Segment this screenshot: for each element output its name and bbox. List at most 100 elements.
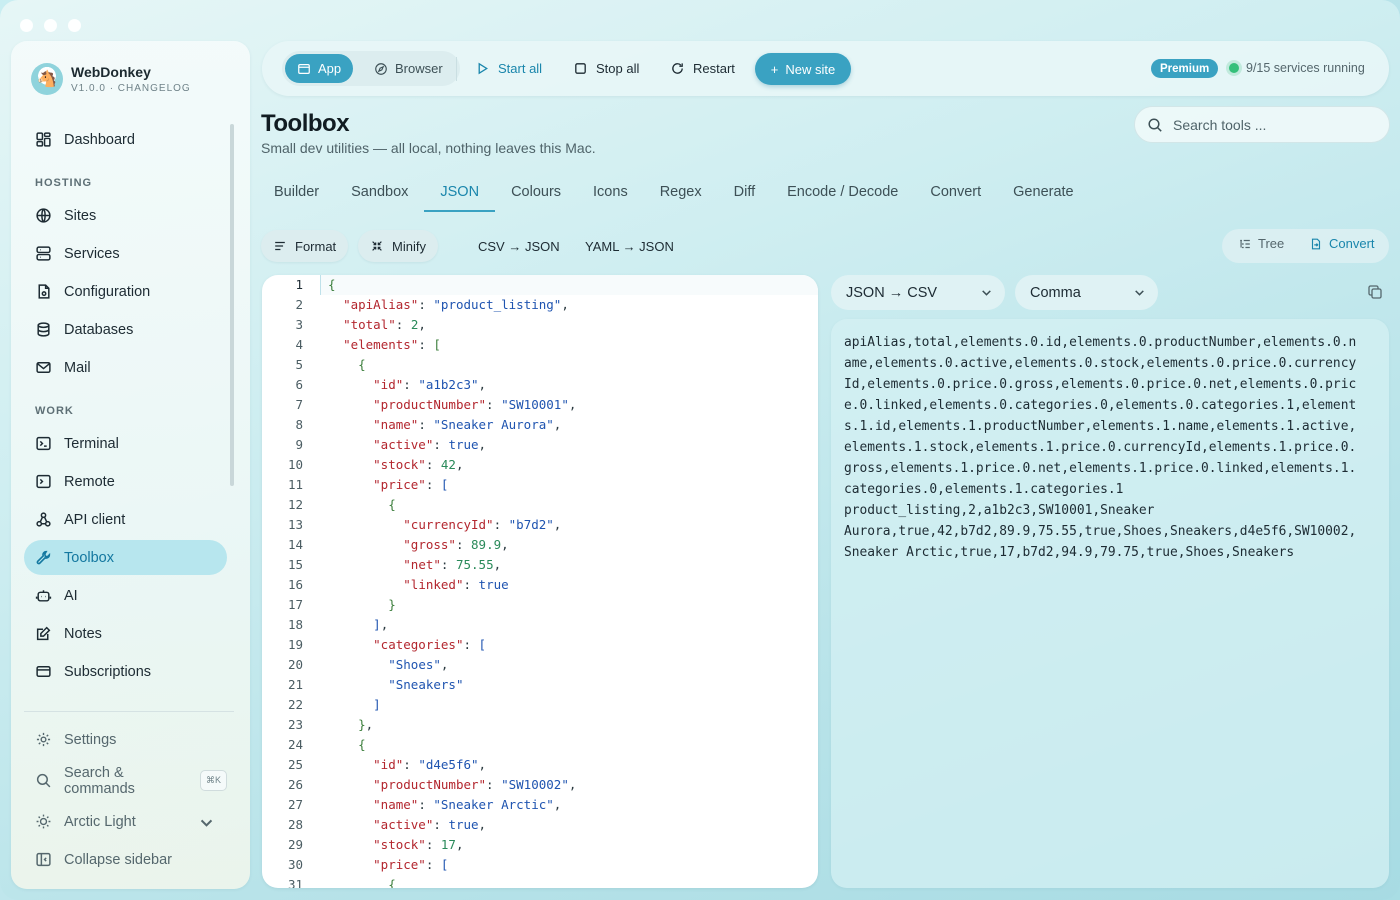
theme-switcher[interactable]: Arctic Light (24, 804, 227, 839)
tab-colours[interactable]: Colours (495, 176, 577, 212)
sidebar-item-terminal[interactable]: Terminal (24, 426, 227, 461)
app-name: WebDonkey (71, 64, 151, 80)
mode-browser-button[interactable]: Browser (362, 54, 455, 83)
csv-output-line: gross,elements.1.price.0.net,elements.1.… (844, 461, 1357, 476)
tree-view-button[interactable]: Tree (1238, 236, 1284, 251)
tab-sandbox[interactable]: Sandbox (335, 176, 424, 212)
code-line: "categories": [ (373, 637, 487, 652)
database-icon (37, 322, 50, 337)
tab-json[interactable]: JSON (424, 176, 495, 212)
toolbar-separator (456, 57, 457, 81)
tab-builder[interactable]: Builder (260, 176, 335, 212)
sidebar-item-ai[interactable]: AI (24, 578, 227, 613)
yaml-to-json-button[interactable]: YAML → JSON (573, 230, 686, 262)
copy-icon[interactable] (1367, 284, 1383, 300)
line-number: 26 (287, 777, 303, 792)
csv-output[interactable]: apiAlias,total,elements.0.id,elements.0.… (844, 332, 1379, 563)
sidebar-item-toolbox[interactable]: Toolbox (24, 540, 227, 575)
yaml-to-json-label: YAML → JSON (585, 238, 674, 254)
csv-output-line: Id,elements.0.price.0.gross,elements.0.p… (844, 377, 1357, 392)
sidebar-item-label: Terminal (64, 435, 119, 452)
maximize-window-button[interactable] (68, 19, 81, 32)
tab-icons[interactable]: Icons (577, 176, 644, 212)
csv-to-json-button[interactable]: CSV → JSON (466, 230, 572, 262)
sidebar-item-mail[interactable]: Mail (24, 350, 227, 385)
window-controls (20, 19, 81, 32)
mode-app-button[interactable]: App (285, 54, 354, 83)
premium-badge[interactable]: Premium (1151, 59, 1219, 78)
search-icon (1148, 117, 1162, 132)
sidebar-item-label: AI (64, 587, 78, 604)
app-logo: 🐴 (31, 63, 63, 95)
close-window-button[interactable] (20, 19, 33, 32)
tab-generate[interactable]: Generate (997, 176, 1089, 212)
stop-all-button[interactable]: Stop all (573, 54, 639, 83)
config-file-icon (38, 284, 50, 299)
sidebar-item-sites[interactable]: Sites (24, 198, 227, 233)
tab-diff[interactable]: Diff (718, 176, 772, 212)
line-number: 14 (287, 537, 303, 552)
collapse-sidebar-button[interactable]: Collapse sidebar (24, 842, 227, 877)
delimiter-value: Comma (1030, 284, 1081, 301)
remote-icon (36, 474, 51, 489)
output-format-select[interactable]: JSON → CSV (831, 275, 1005, 310)
chevron-down-icon (982, 290, 991, 296)
sidebar-item-services[interactable]: Services (24, 236, 227, 271)
page-subtitle: Small dev utilities — all local, nothing… (261, 140, 596, 156)
code-line: "stock": 17, (373, 837, 464, 852)
refresh-icon (672, 63, 683, 74)
code-line: "active": true, (373, 817, 487, 832)
sidebar-scrollbar[interactable] (230, 124, 234, 486)
restart-button[interactable]: Restart (670, 54, 735, 83)
csv-output-line: ame,elements.0.active,elements.0.stock,e… (844, 356, 1357, 371)
code-line: "productNumber": "SW10001", (373, 397, 577, 412)
sidebar-item-remote[interactable]: Remote (24, 464, 227, 499)
api-icon (36, 512, 51, 527)
search-icon (36, 773, 51, 788)
minify-icon (372, 241, 382, 251)
top-toolbar: App Browser Start all Stop all Restart +… (262, 41, 1389, 96)
grid-icon (36, 132, 51, 147)
search-tools-input[interactable]: Search tools ... (1134, 106, 1390, 143)
sidebar-item-dashboard[interactable]: Dashboard (24, 122, 227, 157)
delimiter-select[interactable]: Comma (1015, 275, 1158, 310)
sidebar-item-label: Toolbox (64, 549, 114, 566)
sidebar-item-configuration[interactable]: Configuration (24, 274, 227, 309)
services-status[interactable]: 9/15 services running (1246, 61, 1365, 75)
sidebar-divider (24, 711, 234, 712)
new-site-label: New site (785, 61, 836, 77)
line-number: 20 (287, 657, 303, 672)
minify-button[interactable]: Minify (358, 230, 438, 262)
output-format-value: JSON → CSV (846, 284, 938, 301)
sidebar-item-label: Services (64, 245, 120, 262)
sidebar-search-commands[interactable]: Search & commands ⌘K (24, 763, 227, 798)
tab-regex[interactable]: Regex (644, 176, 718, 212)
sidebar-item-api-client[interactable]: API client (24, 502, 227, 537)
convert-view-button[interactable]: Convert (1309, 236, 1375, 251)
output-panel[interactable]: apiAlias,total,elements.0.id,elements.0.… (831, 319, 1389, 888)
tab-encode-decode[interactable]: Encode / Decode (771, 176, 914, 212)
sidebar-item-notes[interactable]: Notes (24, 616, 227, 651)
theme-label: Arctic Light (64, 813, 136, 830)
sidebar-item-label: Notes (64, 625, 102, 642)
sidebar-item-subscriptions[interactable]: Subscriptions (24, 654, 227, 689)
line-number: 24 (287, 737, 303, 752)
line-number: 8 (295, 417, 303, 432)
sidebar-item-label: Sites (64, 207, 97, 224)
sidebar-settings[interactable]: Settings (24, 722, 227, 757)
start-all-button[interactable]: Start all (475, 54, 542, 83)
shortcut-badge: ⌘K (199, 770, 227, 791)
code-line: { (388, 877, 396, 888)
tab-convert[interactable]: Convert (914, 176, 997, 212)
minimize-window-button[interactable] (44, 19, 57, 32)
json-editor[interactable]: 1 2 3 4 5 6 7 8 9 10 11 12 13 14 15 16 17 18 19 20 21 22 23 24 2… (262, 275, 818, 888)
new-site-button[interactable]: + New site (755, 53, 851, 85)
line-number: 18 (287, 617, 303, 632)
chevron-down-icon (1135, 290, 1144, 296)
line-number: 23 (287, 717, 303, 732)
app-version-link[interactable]: V1.0.0 · CHANGELOG (71, 83, 191, 94)
code-line: "apiAlias": "product_listing", (343, 297, 569, 312)
format-button[interactable]: Format (261, 230, 349, 262)
line-number: 9 (295, 437, 303, 452)
sidebar-item-databases[interactable]: Databases (24, 312, 227, 347)
